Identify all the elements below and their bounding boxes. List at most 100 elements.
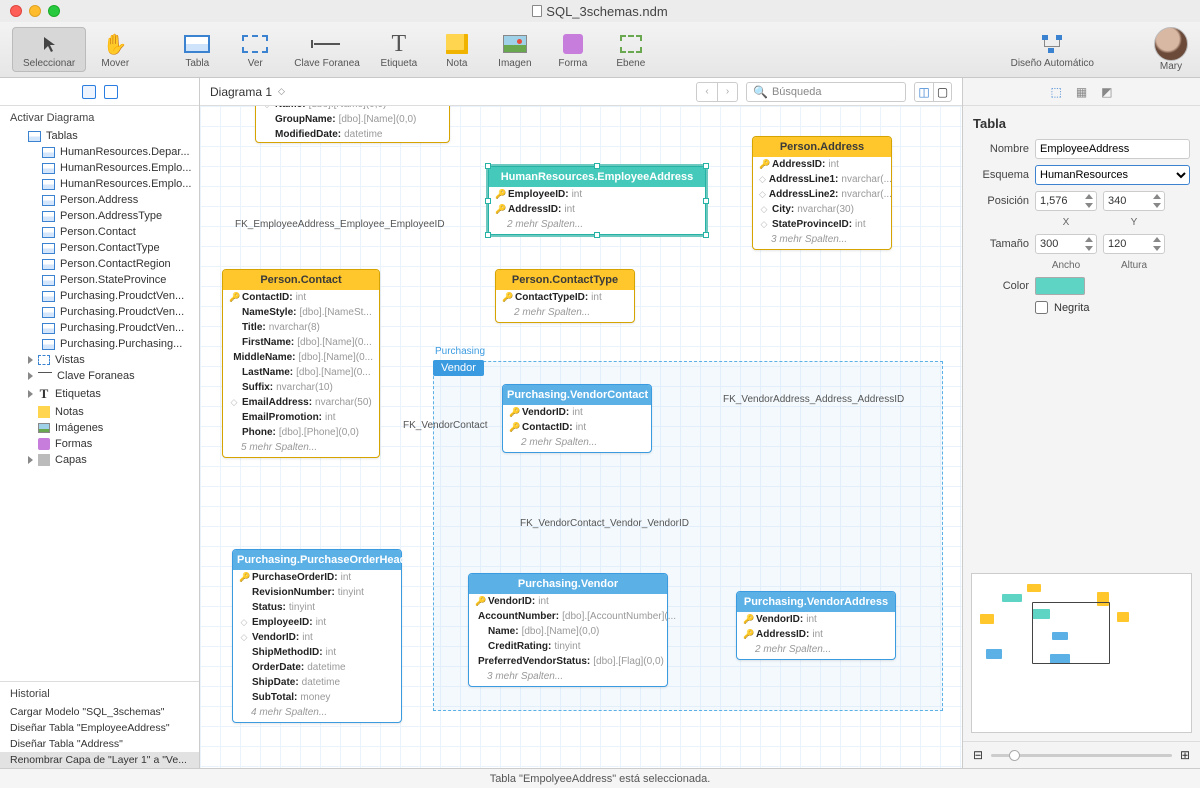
select-tool-button[interactable]: Seleccionar <box>12 27 86 72</box>
db-table-contact-type[interactable]: Person.ContactType 🔑ContactTypeID: int 2… <box>495 269 635 323</box>
table-column[interactable]: AccountNumber: [dbo].[AccountNumber](... <box>469 609 667 624</box>
tree-table-item[interactable]: Person.ContactRegion <box>0 256 199 272</box>
table-column[interactable]: ModifiedDate: datetime <box>256 127 449 142</box>
zoom-slider[interactable]: ⊟ ⊞ <box>963 741 1200 768</box>
table-column[interactable]: 🔑VendorID: int <box>469 594 667 609</box>
y-input[interactable]: 340 <box>1103 191 1165 211</box>
zoom-icon[interactable] <box>48 5 60 17</box>
close-icon[interactable] <box>10 5 22 17</box>
tree-table-item[interactable]: Person.Contact <box>0 224 199 240</box>
table-column[interactable]: MiddleName: [dbo].[Name](0... <box>223 350 379 365</box>
table-column[interactable]: ShipDate: datetime <box>233 675 401 690</box>
zoom-out-icon[interactable]: ⊟ <box>973 748 983 762</box>
tree-group-fks[interactable]: Clave Foraneas <box>0 368 199 384</box>
table-column[interactable]: EmailPromotion: int <box>223 410 379 425</box>
fk-tool-button[interactable]: Clave Foranea <box>284 28 370 71</box>
table-column[interactable]: ◇AddressLine2: nvarchar(... <box>753 187 891 202</box>
tree-group-layers[interactable]: Capas <box>0 452 199 468</box>
table-column[interactable]: 🔑VendorID: int <box>503 405 651 420</box>
db-table-address[interactable]: Person.Address 🔑AddressID: int◇AddressLi… <box>752 136 892 250</box>
tree-table-item[interactable]: Person.AddressType <box>0 208 199 224</box>
table-column[interactable]: SubTotal: money <box>233 690 401 705</box>
table-column[interactable]: Suffix: nvarchar(10) <box>223 380 379 395</box>
history-item[interactable]: Renombrar Capa de "Layer 1" a "Ve... <box>0 752 199 768</box>
user-menu[interactable]: Mary <box>1154 27 1188 72</box>
table-column[interactable]: Phone: [dbo].[Phone](0,0) <box>223 425 379 440</box>
table-column[interactable]: RevisionNumber: tinyint <box>233 585 401 600</box>
tree-table-item[interactable]: Purchasing.Purchasing... <box>0 336 199 352</box>
table-column[interactable]: ◇City: nvarchar(30) <box>753 202 891 217</box>
table-column[interactable]: OrderDate: datetime <box>233 660 401 675</box>
tree-group-tables[interactable]: Tablas <box>0 128 199 144</box>
model-icon[interactable] <box>82 85 96 99</box>
tree-group-images[interactable]: Imágenes <box>0 420 199 436</box>
tree-group-views[interactable]: Vistas <box>0 352 199 368</box>
height-input[interactable]: 120 <box>1103 234 1165 254</box>
search-input[interactable]: 🔍Búsqueda <box>746 82 906 102</box>
db-table-poh[interactable]: Purchasing.PurchaseOrderHeader 🔑Purchase… <box>232 549 402 723</box>
db-table-vendor[interactable]: Purchasing.Vendor 🔑VendorID: intAccountN… <box>468 573 668 687</box>
table-column[interactable]: NameStyle: [dbo].[NameSt... <box>223 305 379 320</box>
tree-table-item[interactable]: HumanResources.Emplo... <box>0 176 199 192</box>
diagram-tab[interactable]: Diagrama 1◇ <box>210 85 285 99</box>
history-item[interactable]: Cargar Modelo "SQL_3schemas" <box>0 704 199 720</box>
tree-table-item[interactable]: Purchasing.ProudctVen... <box>0 320 199 336</box>
table-column[interactable]: ShipMethodID: int <box>233 645 401 660</box>
table-column[interactable]: 🔑AddressID: int <box>753 157 891 172</box>
diagram-icon[interactable] <box>104 85 118 99</box>
db-table[interactable]: ◇Name: [dbo].[Name](0,0)GroupName: [dbo]… <box>255 106 450 143</box>
tree-group-shapes[interactable]: Formas <box>0 436 199 452</box>
properties-icon[interactable]: ▦ <box>1076 85 1087 99</box>
minimize-icon[interactable] <box>29 5 41 17</box>
table-column[interactable]: 🔑AddressID: int <box>489 202 705 217</box>
tree-group-labels[interactable]: TEtiquetas <box>0 384 199 404</box>
table-column[interactable]: 🔑ContactTypeID: int <box>496 290 634 305</box>
table-column[interactable]: 🔑PurchaseOrderID: int <box>233 570 401 585</box>
tree-table-item[interactable]: HumanResources.Emplo... <box>0 160 199 176</box>
table-column[interactable]: LastName: [dbo].[Name](0... <box>223 365 379 380</box>
nav-arrows[interactable]: ‹› <box>696 82 738 102</box>
table-column[interactable]: 🔑AddressID: int <box>737 627 895 642</box>
tree-table-item[interactable]: Person.StateProvince <box>0 272 199 288</box>
table-column[interactable]: ◇EmployeeID: int <box>233 615 401 630</box>
x-input[interactable]: 1,576 <box>1035 191 1097 211</box>
table-column[interactable]: ◇VendorID: int <box>233 630 401 645</box>
color-picker[interactable] <box>1035 277 1085 295</box>
table-column[interactable]: ◇StateProvinceID: int <box>753 217 891 232</box>
table-column[interactable]: ◇EmailAddress: nvarchar(50) <box>223 395 379 410</box>
layer-tool-button[interactable]: Ebene <box>602 28 660 71</box>
diagram-canvas[interactable]: ◇Name: [dbo].[Name](0,0)GroupName: [dbo]… <box>200 106 962 768</box>
table-column[interactable]: Name: [dbo].[Name](0,0) <box>469 624 667 639</box>
table-column[interactable]: 🔑EmployeeID: int <box>489 187 705 202</box>
db-table-employee-address[interactable]: HumanResources.EmployeeAddress 🔑Employee… <box>488 166 706 235</box>
autolayout-button[interactable]: Diseño Automático <box>1001 28 1104 71</box>
tree-table-item[interactable]: HumanResources.Depar... <box>0 144 199 160</box>
table-column[interactable]: FirstName: [dbo].[Name](0... <box>223 335 379 350</box>
view-toggle[interactable]: ◫ ▢ <box>914 82 952 102</box>
move-tool-button[interactable]: ✋ Mover <box>86 28 144 71</box>
tree-table-item[interactable]: Purchasing.ProudctVen... <box>0 288 199 304</box>
tree-table-item[interactable]: Purchasing.ProudctVen... <box>0 304 199 320</box>
bold-checkbox[interactable] <box>1035 301 1048 314</box>
table-column[interactable]: GroupName: [dbo].[Name](0,0) <box>256 112 449 127</box>
table-column[interactable]: ◇AddressLine1: nvarchar(... <box>753 172 891 187</box>
db-table-vendor-address[interactable]: Purchasing.VendorAddress 🔑VendorID: int🔑… <box>736 591 896 660</box>
minimap[interactable] <box>971 573 1192 733</box>
db-table-contact[interactable]: Person.Contact 🔑ContactID: intNameStyle:… <box>222 269 380 458</box>
table-column[interactable]: 🔑ContactID: int <box>223 290 379 305</box>
shape-tool-button[interactable]: Forma <box>544 28 602 71</box>
cube-icon[interactable]: ⬚ <box>1050 85 1061 99</box>
history-item[interactable]: Diseñar Tabla "EmployeeAddress" <box>0 720 199 736</box>
table-column[interactable]: Status: tinyint <box>233 600 401 615</box>
db-table-vendor-contact[interactable]: Purchasing.VendorContact 🔑VendorID: int🔑… <box>502 384 652 453</box>
view-tool-button[interactable]: Ver <box>226 28 284 71</box>
table-column[interactable]: 🔑ContactID: int <box>503 420 651 435</box>
tree-group-notes[interactable]: Notas <box>0 404 199 420</box>
table-column[interactable]: CreditRating: tinyint <box>469 639 667 654</box>
table-column[interactable]: 🔑VendorID: int <box>737 612 895 627</box>
tree-table-item[interactable]: Person.Address <box>0 192 199 208</box>
width-input[interactable]: 300 <box>1035 234 1097 254</box>
table-column[interactable]: Title: nvarchar(8) <box>223 320 379 335</box>
table-column[interactable]: PreferredVendorStatus: [dbo].[Flag](0,0) <box>469 654 667 669</box>
name-input[interactable] <box>1035 139 1190 159</box>
